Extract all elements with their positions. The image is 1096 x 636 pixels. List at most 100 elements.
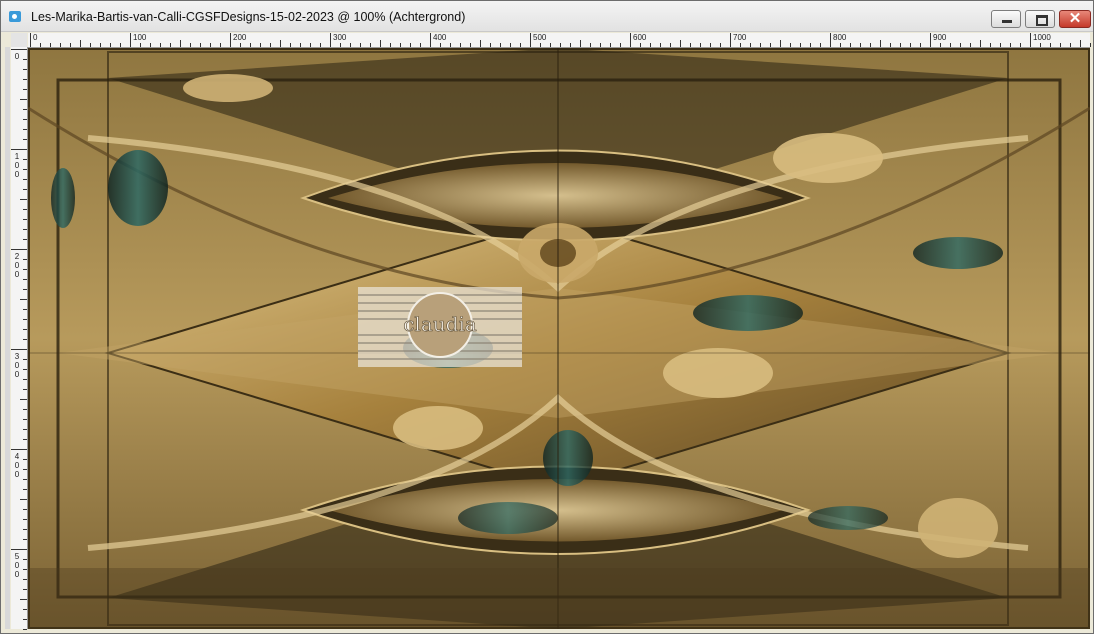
ruler-tick [23, 529, 27, 530]
ruler-tick [430, 33, 431, 47]
ruler-tick [170, 43, 171, 47]
title-bar[interactable]: Les-Marika-Bartis-van-Calli-CGSFDesigns-… [1, 1, 1093, 32]
ruler-tick [23, 119, 27, 120]
ruler-label: 500 [533, 33, 547, 42]
ruler-tick [23, 189, 27, 190]
ruler-tick [23, 479, 27, 480]
ruler-tick [23, 59, 27, 60]
ruler-tick [23, 489, 27, 490]
ruler-label: 400 [433, 33, 447, 42]
ruler-tick [1070, 43, 1071, 47]
ruler-tick [20, 499, 27, 500]
close-button[interactable]: ✕ [1059, 10, 1091, 28]
ruler-tick [23, 269, 27, 270]
ruler-tick [810, 43, 811, 47]
ruler-tick [460, 43, 461, 47]
ruler-tick [660, 43, 661, 47]
ruler-tick [11, 349, 27, 350]
ruler-tick [30, 33, 31, 47]
ruler-tick [750, 43, 751, 47]
ruler-tick [570, 43, 571, 47]
ruler-tick [470, 43, 471, 47]
ruler-tick [11, 249, 27, 250]
ruler-tick [23, 439, 27, 440]
ruler-tick [880, 40, 881, 47]
ruler-tick [230, 33, 231, 47]
ruler-label: 800 [833, 33, 847, 42]
ruler-tick [920, 43, 921, 47]
ruler-tick [23, 609, 27, 610]
ruler-label: 900 [933, 33, 947, 42]
scrollbar-vertical[interactable] [5, 47, 10, 629]
ruler-label: 200 [14, 252, 20, 279]
ruler-tick [23, 109, 27, 110]
minimize-button[interactable] [991, 10, 1021, 28]
ruler-tick [990, 43, 991, 47]
ruler-tick [510, 43, 511, 47]
app-document-icon[interactable] [9, 11, 21, 22]
ruler-tick [970, 43, 971, 47]
ruler-tick [670, 43, 671, 47]
ruler-tick [1040, 43, 1041, 47]
ruler-tick [350, 43, 351, 47]
ruler-tick [23, 379, 27, 380]
ruler-tick [820, 43, 821, 47]
ruler-tick [23, 289, 27, 290]
ruler-tick [260, 43, 261, 47]
ruler-tick [360, 43, 361, 47]
ruler-tick [23, 519, 27, 520]
ruler-tick [160, 43, 161, 47]
ruler-tick [20, 599, 27, 600]
ruler-tick [1010, 43, 1011, 47]
horizontal-ruler[interactable]: 0 100 200 300 400 500 600 700 800 900 1000 [28, 33, 1091, 48]
ruler-tick [23, 559, 27, 560]
ruler-tick [150, 43, 151, 47]
ruler-tick [800, 43, 801, 47]
ruler-label: 100 [133, 33, 147, 42]
ruler-tick [610, 43, 611, 47]
ruler-tick [890, 43, 891, 47]
maximize-icon [1036, 15, 1048, 26]
ruler-tick [23, 169, 27, 170]
ruler-tick [23, 419, 27, 420]
ruler-tick [23, 209, 27, 210]
image-canvas[interactable]: claudia [28, 48, 1090, 629]
ruler-tick [11, 49, 27, 50]
ruler-tick [23, 159, 27, 160]
ruler-tick [240, 43, 241, 47]
ruler-tick [950, 43, 951, 47]
ruler-tick [23, 309, 27, 310]
ruler-tick [23, 329, 27, 330]
ruler-tick [23, 229, 27, 230]
ruler-tick [270, 43, 271, 47]
ruler-tick [600, 43, 601, 47]
ruler-tick [560, 43, 561, 47]
ruler-tick [1080, 40, 1081, 47]
ruler-tick [700, 43, 701, 47]
ruler-tick [190, 43, 191, 47]
ruler-tick [11, 149, 27, 150]
ruler-label: 200 [233, 33, 247, 42]
vertical-ruler[interactable]: 0 100 200 300 400 500 [11, 47, 28, 630]
ruler-tick [1050, 43, 1051, 47]
ruler-tick [250, 43, 251, 47]
ruler-tick [440, 43, 441, 47]
ruler-tick [23, 319, 27, 320]
ruler-tick [290, 43, 291, 47]
ruler-tick [420, 43, 421, 47]
ruler-tick [320, 43, 321, 47]
ruler-label: 600 [633, 33, 647, 42]
ruler-tick [20, 299, 27, 300]
ruler-tick [23, 539, 27, 540]
ruler-tick [860, 43, 861, 47]
ruler-tick [740, 43, 741, 47]
ruler-tick [23, 179, 27, 180]
ruler-tick [20, 199, 27, 200]
ruler-tick [200, 43, 201, 47]
ruler-tick [330, 33, 331, 47]
ruler-tick [720, 43, 721, 47]
ruler-tick [110, 43, 111, 47]
ruler-tick [220, 43, 221, 47]
ruler-tick [400, 43, 401, 47]
maximize-button[interactable] [1025, 10, 1055, 28]
